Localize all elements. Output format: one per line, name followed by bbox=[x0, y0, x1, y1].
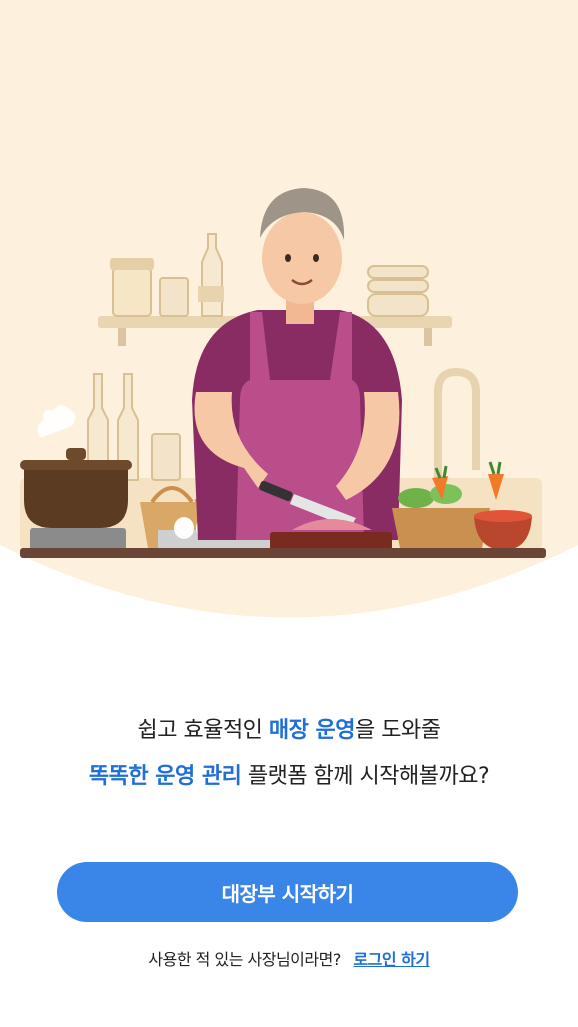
stove bbox=[30, 528, 126, 550]
intro-line-2: 똑똑한 운영 관리 플랫폼 함께 시작해볼까요? bbox=[88, 764, 490, 789]
countertop bbox=[20, 548, 546, 558]
intro-text: 쉽고 효율적인 매장 운영을 도와줄 똑똑한 운영 관리 플랫폼 함께 시작해볼… bbox=[0, 708, 578, 800]
start-button[interactable]: 대장부 시작하기 bbox=[57, 862, 518, 922]
highlight-smart-management: 똑똑한 운영 관리 bbox=[88, 764, 242, 789]
highlight-store-operation: 매장 운영 bbox=[268, 718, 356, 743]
login-prompt-text: 사용한 적 있는 사장님이라면? bbox=[148, 950, 341, 969]
pot bbox=[24, 466, 128, 528]
login-prompt-row: 사용한 적 있는 사장님이라면? 로그인 하기 bbox=[0, 946, 578, 970]
jar bbox=[112, 267, 152, 317]
intro-line-1: 쉽고 효율적인 매장 운영을 도와줄 bbox=[137, 718, 441, 743]
chef-face bbox=[262, 212, 342, 304]
chef-cooking-illustration bbox=[0, 0, 578, 618]
cutting-board bbox=[270, 532, 392, 550]
vegetable-basket bbox=[392, 508, 490, 548]
hero-illustration bbox=[0, 0, 578, 630]
bowls bbox=[367, 293, 429, 317]
login-link[interactable]: 로그인 하기 bbox=[353, 950, 430, 969]
